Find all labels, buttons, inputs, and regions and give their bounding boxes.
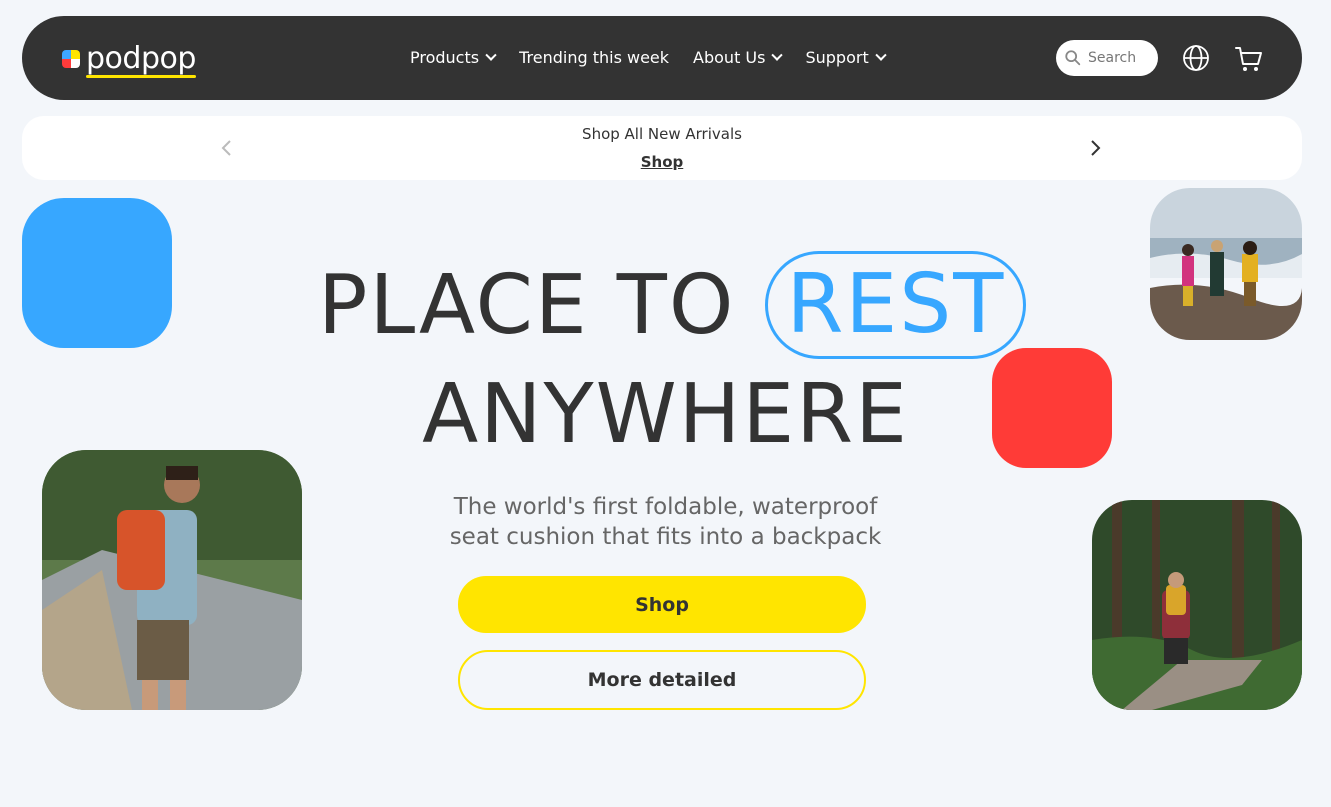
- hero-title-line1: PLACE TO REST: [318, 250, 1027, 360]
- logo-mark-icon: [62, 50, 80, 68]
- nav-item-label: Trending this week: [519, 48, 670, 67]
- hero-photo-coast-friends: [1150, 188, 1302, 340]
- chevron-down-icon: [771, 49, 784, 61]
- cart-icon[interactable]: [1234, 44, 1264, 74]
- more-detailed-button[interactable]: More detailed: [458, 650, 866, 710]
- search-box[interactable]: [1056, 40, 1158, 76]
- site-header: podpop Products Trending this week About…: [22, 16, 1302, 100]
- hero-title-part1: PLACE TO: [318, 257, 736, 353]
- hero-subtitle-line1: The world's first foldable, waterproof: [453, 494, 878, 520]
- hero-title-line2: ANYWHERE: [422, 367, 909, 462]
- nav-item-label: About Us: [693, 48, 766, 67]
- announcement-bar: Shop All New Arrivals Shop: [22, 116, 1302, 180]
- nav-item-support[interactable]: Support: [805, 48, 887, 67]
- nav-item-label: Products: [410, 48, 480, 67]
- chevron-down-icon: [485, 49, 497, 61]
- announcement-shop-link[interactable]: Shop: [22, 153, 1302, 171]
- announcement-text: Shop All New Arrivals: [582, 125, 742, 143]
- nav-item-trending[interactable]: Trending this week: [519, 48, 669, 67]
- brand-logo[interactable]: podpop: [62, 41, 196, 78]
- search-input[interactable]: [1088, 50, 1158, 66]
- hero-photo-hiker-road: [42, 450, 302, 710]
- hero-subtitle-line2: seat cushion that fits into a backpack: [449, 524, 882, 550]
- hero-subtitle: The world's first foldable, waterproof s…: [0, 492, 1331, 552]
- nav-item-about-us[interactable]: About Us: [693, 48, 784, 67]
- nav-item-label: Support: [805, 48, 869, 67]
- search-icon: [1065, 50, 1081, 66]
- nav-item-products[interactable]: Products: [410, 48, 497, 67]
- hero-title-highlight: REST: [765, 251, 1027, 359]
- chevron-down-icon: [875, 49, 887, 61]
- globe-icon[interactable]: [1182, 44, 1210, 72]
- decorative-blue-square: [22, 198, 172, 348]
- logo-text: podpop: [86, 41, 196, 78]
- logo-underline: [86, 75, 196, 78]
- chevron-right-icon[interactable]: [1090, 140, 1102, 156]
- main-nav: Products Trending this week About Us Sup…: [410, 48, 887, 67]
- shop-button[interactable]: Shop: [458, 576, 866, 633]
